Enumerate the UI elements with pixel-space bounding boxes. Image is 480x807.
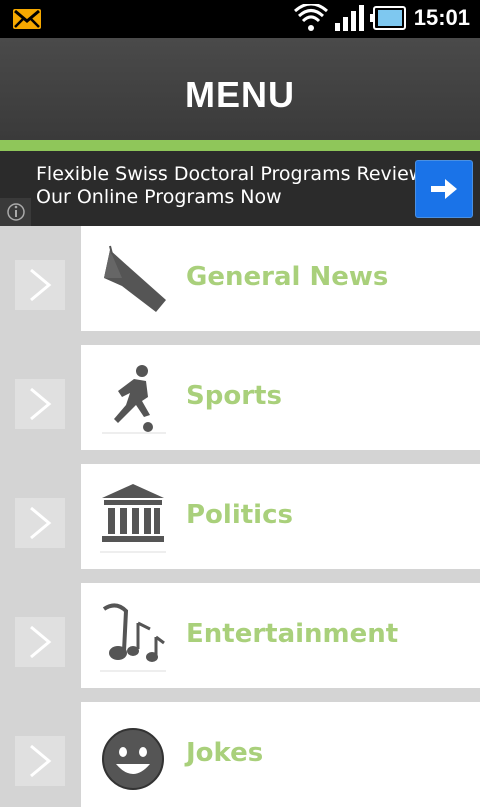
- menu-item-label: Politics: [186, 500, 293, 530]
- signal-icon: [335, 5, 364, 31]
- menu-card[interactable]: Politics: [81, 464, 480, 569]
- menu-item-entertainment[interactable]: Entertainment: [0, 583, 480, 688]
- menu-list: General News Sports Politics Entertainme…: [0, 226, 480, 807]
- ad-arrow-button[interactable]: [415, 160, 473, 218]
- menu-card[interactable]: Sports: [81, 345, 480, 450]
- chevron-right-icon[interactable]: [15, 260, 65, 310]
- arrow-right-icon: [431, 179, 457, 199]
- menu-item-sports[interactable]: Sports: [0, 345, 480, 450]
- menu-item-label: Sports: [186, 381, 282, 411]
- menu-item-label: Entertainment: [186, 619, 399, 649]
- menu-item-jokes[interactable]: Jokes: [0, 702, 480, 807]
- soccer-player-icon: [102, 365, 166, 434]
- title-bar: MENU: [0, 38, 480, 140]
- smiley-face-icon: [102, 728, 164, 790]
- ad-text[interactable]: Flexible Swiss Doctoral Programs Review …: [36, 163, 424, 209]
- page-title: MENU: [185, 74, 295, 115]
- accent-divider: [0, 140, 480, 151]
- status-time: 15:01: [413, 5, 470, 30]
- ad-line-2: Our Online Programs Now: [36, 186, 282, 208]
- menu-item-politics[interactable]: Politics: [0, 464, 480, 569]
- wifi-icon: [294, 4, 328, 31]
- chevron-right-icon[interactable]: [15, 617, 65, 667]
- status-bar: 15:01: [0, 0, 480, 38]
- menu-item-general-news[interactable]: General News: [0, 226, 480, 331]
- menu-item-label: Jokes: [186, 738, 264, 768]
- menu-card[interactable]: General News: [81, 226, 480, 331]
- menu-card[interactable]: Jokes: [81, 702, 480, 807]
- chevron-right-icon[interactable]: [15, 379, 65, 429]
- menu-card[interactable]: Entertainment: [81, 583, 480, 688]
- chevron-right-icon[interactable]: [15, 736, 65, 786]
- government-building-icon: [100, 484, 166, 553]
- mail-icon[interactable]: [12, 8, 42, 30]
- menu-item-label: General News: [186, 262, 389, 292]
- info-icon[interactable]: [0, 198, 31, 226]
- ad-line-1: Flexible Swiss Doctoral Programs Review: [36, 163, 425, 185]
- chevron-right-icon[interactable]: [15, 498, 65, 548]
- ad-banner[interactable]: Flexible Swiss Doctoral Programs Review …: [0, 151, 480, 226]
- battery-icon: [370, 6, 406, 30]
- megaphone-icon: [104, 245, 166, 312]
- music-notes-icon: [100, 603, 166, 672]
